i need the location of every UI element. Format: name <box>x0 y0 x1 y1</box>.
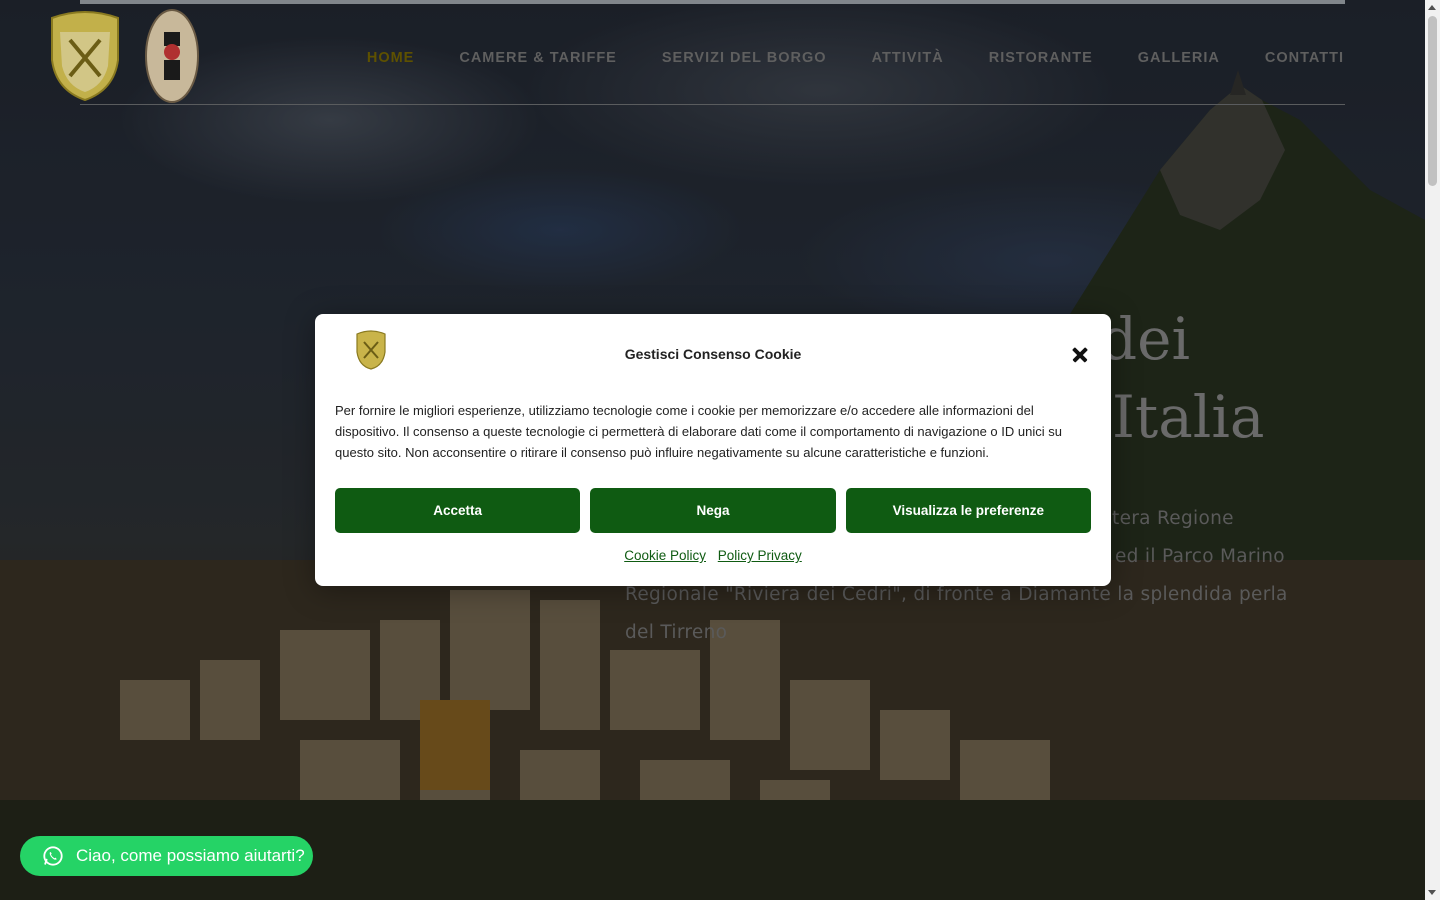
cookie-consent-dialog: Gestisci Consenso Cookie Per fornire le … <box>315 314 1111 586</box>
nav-item-contatti[interactable]: CONTATTI <box>1265 50 1344 66</box>
cookie-policy-link[interactable]: Cookie Policy <box>624 548 706 563</box>
close-icon[interactable] <box>1069 344 1091 366</box>
header-divider <box>80 104 1345 105</box>
top-divider <box>80 0 1345 4</box>
whatsapp-chat-label: Ciao, come possiamo aiutarti? <box>76 846 305 865</box>
privacy-policy-link[interactable]: Policy Privacy <box>718 548 802 563</box>
cookie-dialog-title: Gestisci Consenso Cookie <box>624 346 802 362</box>
scrollbar-thumb[interactable] <box>1428 16 1437 186</box>
nav-item-galleria[interactable]: GALLERIA <box>1138 50 1220 66</box>
whatsapp-chat-button[interactable]: Ciao, come possiamo aiutarti? <box>20 836 313 876</box>
deny-cookies-button[interactable]: Nega <box>590 488 836 533</box>
cookie-dialog-message: Per fornire le migliori esperienze, util… <box>335 403 1062 460</box>
borgo-dei-greci-logo[interactable] <box>48 10 122 102</box>
cookie-dialog-links: Cookie Policy Policy Privacy <box>315 548 1111 563</box>
nav-item-camere-tariffe[interactable]: CAMERE & TARIFFE <box>459 50 617 66</box>
cookie-dialog-actions: Accetta Nega Visualizza le preferenze <box>335 488 1091 533</box>
nav-item-home[interactable]: HOME <box>367 50 415 66</box>
hero-desc-line4: del Tirreno <box>625 622 728 643</box>
whatsapp-icon <box>43 846 63 866</box>
nav-item-servizi-del-borgo[interactable]: SERVIZI DEL BORGO <box>662 50 827 66</box>
don-ippolito-logo[interactable] <box>144 8 200 104</box>
nav-item-ristorante[interactable]: RISTORANTE <box>989 50 1093 66</box>
accept-cookies-button[interactable]: Accetta <box>335 488 581 533</box>
view-preferences-button[interactable]: Visualizza le preferenze <box>845 488 1091 533</box>
scroll-up-arrow-icon[interactable] <box>1428 5 1436 10</box>
main-navigation: HOME CAMERE & TARIFFE SERVIZI DEL BORGO … <box>367 50 1344 66</box>
scroll-down-arrow-icon[interactable] <box>1428 890 1436 895</box>
nav-item-attivita[interactable]: ATTIVITÀ <box>872 50 944 66</box>
